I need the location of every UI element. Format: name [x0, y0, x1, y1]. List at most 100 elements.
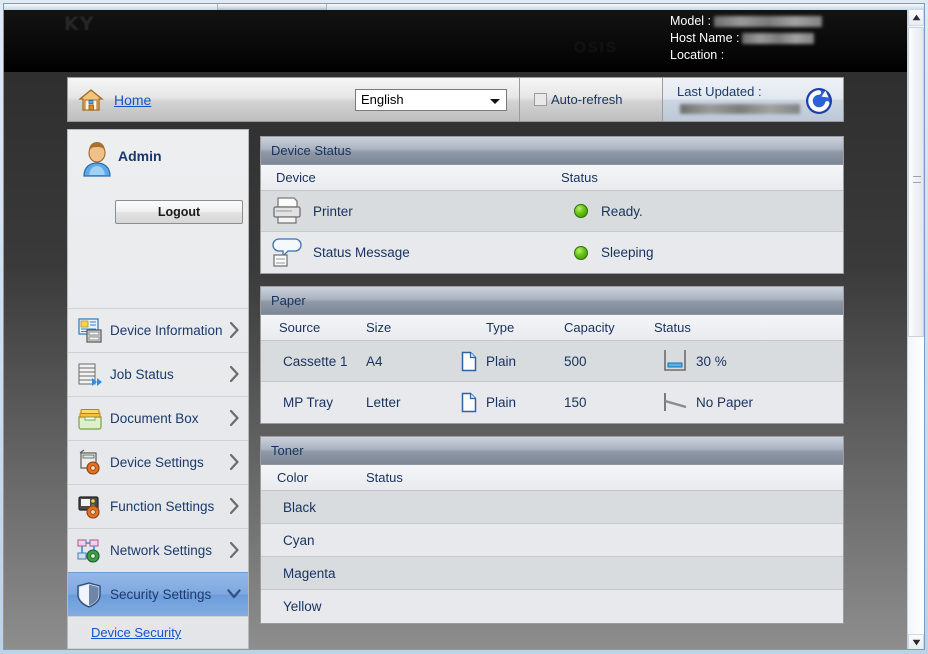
sidebar-item-network-settings[interactable]: Network Settings — [68, 528, 248, 572]
paper-type: Plain — [486, 353, 517, 369]
document-box-icon — [76, 405, 106, 433]
column-header-device: Device — [276, 170, 316, 185]
sidebar-sublink-device-security[interactable]: Device Security — [68, 616, 248, 648]
chevron-right-icon — [230, 454, 239, 470]
sidebar-item-label: Device Settings — [110, 455, 204, 470]
sidebar-item-security-settings[interactable]: Security Settings — [68, 572, 248, 616]
cassette-level-icon — [654, 348, 696, 374]
sidebar-item-document-box[interactable]: Document Box — [68, 396, 248, 440]
sidebar-item-job-status[interactable]: Job Status — [68, 352, 248, 396]
column-header-status: Status — [366, 470, 403, 485]
toner-color: Cyan — [283, 532, 315, 548]
content-column: Device Status Device Status Printer Read… — [260, 136, 844, 636]
auto-refresh-label: Auto-refresh — [551, 92, 623, 107]
table-row: Cyan — [261, 524, 843, 557]
window-client-area: KY OSIS Model : Host Name : Location : H… — [3, 3, 925, 650]
host-name-label: Host Name : — [670, 31, 740, 45]
paper-capacity: 500 — [564, 353, 587, 369]
home-icon — [78, 88, 104, 112]
location-label: Location : — [670, 48, 725, 62]
toner-color: Yellow — [283, 599, 322, 614]
toner-column-headers: Color Status — [261, 465, 843, 491]
language-selected-value: English — [361, 92, 404, 107]
auto-refresh-checkbox[interactable] — [534, 93, 547, 106]
table-row: MP Tray Letter Plain 150 No Paper — [261, 382, 843, 423]
model-label: Model : — [670, 14, 711, 28]
page-vertical-scrollbar[interactable] — [907, 9, 924, 649]
toner-title: Toner — [261, 437, 843, 465]
avatar-icon — [78, 140, 116, 178]
column-header-color: Color — [277, 470, 309, 485]
device-status-value: Sleeping — [601, 245, 654, 260]
job-status-icon — [76, 361, 106, 389]
scrollbar-thumb[interactable] — [908, 27, 924, 337]
location-row: Location : — [670, 47, 822, 64]
chevron-right-icon — [230, 542, 239, 558]
last-updated-value-redacted — [680, 103, 800, 114]
table-row: Magenta — [261, 557, 843, 590]
column-header-status: Status — [561, 170, 598, 185]
chevron-right-icon — [230, 322, 239, 338]
chevron-right-icon — [230, 366, 239, 382]
sidebar-item-label: Function Settings — [110, 499, 215, 514]
table-row: Printer Ready. — [261, 191, 843, 232]
device-information-icon — [76, 317, 106, 345]
paper-title: Paper — [261, 287, 843, 315]
table-row: Yellow — [261, 590, 843, 623]
device-status-column-headers: Device Status — [261, 165, 843, 191]
auto-refresh-cell[interactable]: Auto-refresh — [520, 78, 663, 121]
sidebar-item-label: Network Settings — [110, 543, 213, 558]
host-name-row: Host Name : — [670, 30, 822, 47]
last-updated-text: Last Updated : — [677, 84, 800, 116]
parent-horizontal-scrollbar-thumb[interactable] — [217, 4, 327, 10]
sidebar-item-function-settings[interactable]: Function Settings — [68, 484, 248, 528]
refresh-icon[interactable] — [805, 87, 833, 115]
device-settings-icon — [76, 449, 106, 477]
mp-tray-empty-icon — [654, 390, 696, 416]
paper-source: Cassette 1 — [283, 353, 348, 369]
security-settings-icon — [76, 581, 106, 609]
sidebar-item-label: Job Status — [110, 367, 174, 382]
table-row: Cassette 1 A4 Plain 500 30 % — [261, 341, 843, 382]
paper-sheet-icon — [461, 392, 486, 413]
function-settings-icon — [76, 493, 106, 521]
page-toolbar: Home English Auto-refresh Last Updated : — [67, 77, 844, 122]
network-settings-icon — [76, 537, 106, 565]
brand-logo: KY — [64, 13, 95, 35]
toner-color: Magenta — [283, 565, 336, 581]
home-link[interactable]: Home — [114, 92, 151, 108]
browser-window-frame: KY OSIS Model : Host Name : Location : H… — [0, 0, 928, 654]
scroll-up-button[interactable] — [908, 9, 924, 26]
paper-status: 30 % — [696, 353, 727, 369]
chevron-down-icon — [490, 98, 500, 104]
device-name: Status Message — [313, 245, 410, 260]
sidebar-item-label: Device Information — [110, 323, 223, 338]
device-status-value: Ready. — [601, 203, 643, 219]
toner-panel: Toner Color Status Black Cyan Magenta Ye… — [260, 436, 844, 624]
chevron-down-icon — [227, 586, 241, 602]
paper-size: Letter — [366, 395, 401, 410]
home-cell[interactable]: Home — [68, 78, 355, 121]
paper-column-headers: Source Size Type Capacity Status — [261, 315, 843, 341]
column-header-status: Status — [654, 320, 691, 335]
column-header-capacity: Capacity — [564, 320, 615, 335]
host-name-value-redacted — [742, 33, 815, 44]
column-header-source: Source — [279, 320, 321, 335]
language-select[interactable]: English — [355, 88, 507, 111]
table-row: Black — [261, 491, 843, 524]
sidebar: Admin Logout Device Information Job Stat… — [67, 129, 249, 649]
sidebar-item-device-information[interactable]: Device Information — [68, 308, 248, 352]
paper-status: No Paper — [696, 395, 754, 410]
scroll-down-button[interactable] — [908, 634, 924, 649]
status-led-green — [574, 204, 588, 218]
printer-icon — [261, 196, 313, 226]
logout-button[interactable]: Logout — [115, 200, 243, 224]
language-cell: English — [355, 78, 520, 121]
brand-watermark: OSIS — [574, 39, 618, 56]
sidebar-item-label: Security Settings — [110, 587, 212, 602]
parent-horizontal-scrollbar[interactable] — [4, 4, 924, 10]
user-block: Admin Logout — [68, 130, 248, 224]
sidebar-item-device-settings[interactable]: Device Settings — [68, 440, 248, 484]
sidebar-sublink-network-security[interactable]: Network Security — [68, 648, 248, 649]
table-row: Status Message Sleeping — [261, 232, 843, 273]
